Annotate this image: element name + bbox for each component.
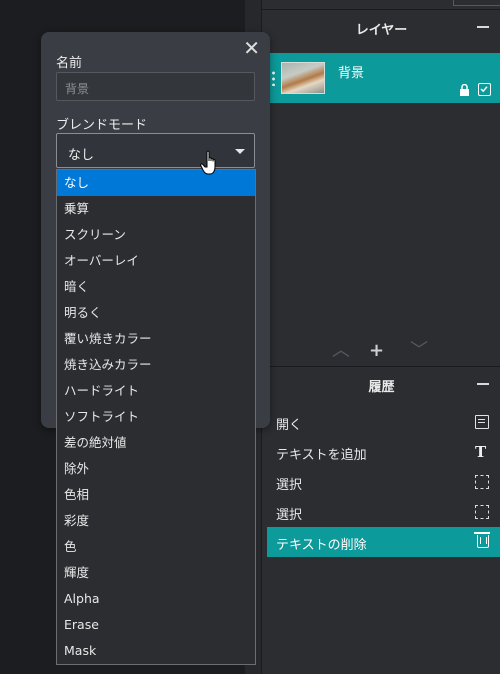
lock-icon[interactable]: [459, 84, 470, 96]
dropdown-option[interactable]: ハードライト: [57, 378, 255, 404]
dropdown-option[interactable]: 覆い焼きカラー: [57, 326, 255, 352]
add-layer-icon[interactable]: +: [369, 341, 384, 361]
blend-mode-dropdown: なし 乗算 スクリーン オーバーレイ 暗く 明るく 覆い焼きカラー 焼き込みカラ…: [56, 169, 256, 665]
history-item-label: 選択: [276, 508, 303, 523]
selection-icon: [475, 505, 489, 519]
blend-mode-label: ブレンドモード: [56, 118, 148, 133]
top-panel-tab[interactable]: [453, 0, 500, 6]
chevron-down-icon[interactable]: [235, 149, 245, 154]
dropdown-option[interactable]: Alpha: [57, 586, 255, 612]
dropdown-option[interactable]: 色相: [57, 482, 255, 508]
history-item-active[interactable]: テキストの削除: [267, 527, 500, 557]
layer-controls: ︿ + ﹀: [332, 341, 432, 361]
layers-panel-title: レイヤー: [355, 23, 408, 38]
history-item-label: テキストの削除: [276, 538, 367, 553]
dropdown-option[interactable]: Erase: [57, 612, 255, 638]
history-item[interactable]: 選択: [267, 497, 500, 527]
history-panel-header: 履歴: [262, 366, 500, 400]
layer-item-background[interactable]: 背景: [267, 53, 500, 103]
layer-name: 背景: [338, 66, 365, 81]
dropdown-option[interactable]: 暗く: [57, 274, 255, 300]
history-panel-title: 履歴: [368, 380, 395, 395]
move-layer-down-icon[interactable]: ﹀: [410, 341, 428, 361]
dropdown-option[interactable]: 色: [57, 534, 255, 560]
history-item[interactable]: テキストを追加 T: [267, 437, 500, 467]
dropdown-option[interactable]: Mask: [57, 638, 255, 664]
selection-icon: [475, 475, 489, 489]
dropdown-option[interactable]: スクリーン: [57, 222, 255, 248]
layers-panel-header: レイヤー: [262, 10, 500, 44]
top-panel-strip: [262, 0, 500, 10]
dropdown-option[interactable]: なし: [57, 170, 255, 196]
dropdown-option[interactable]: オーバーレイ: [57, 248, 255, 274]
dropdown-option[interactable]: 差の絶対値: [57, 430, 255, 456]
drag-handle-icon[interactable]: [272, 70, 275, 86]
right-panel: レイヤー 背景 ︿ + ﹀ 履歴 開く テキストを追加 T 選択 選択 テキスト…: [261, 0, 500, 674]
history-item-label: 選択: [276, 478, 303, 493]
close-icon[interactable]: ✕: [243, 36, 260, 60]
blend-mode-value: なし: [68, 148, 95, 163]
layer-thumbnail: [281, 62, 325, 94]
history-item[interactable]: 選択: [267, 467, 500, 497]
blend-mode-select[interactable]: なし: [56, 133, 255, 168]
history-item-label: 開く: [276, 418, 303, 433]
hand-cursor-icon: [200, 150, 216, 175]
history-item-label: テキストを追加: [276, 448, 367, 463]
visibility-checkbox-icon[interactable]: [478, 83, 491, 96]
name-label: 名前: [56, 56, 83, 71]
dropdown-option[interactable]: 焼き込みカラー: [57, 352, 255, 378]
document-icon: [475, 415, 489, 429]
dropdown-option[interactable]: 除外: [57, 456, 255, 482]
dropdown-option[interactable]: 明るく: [57, 300, 255, 326]
collapse-layers-button[interactable]: [477, 26, 489, 28]
dropdown-option[interactable]: 彩度: [57, 508, 255, 534]
dropdown-option[interactable]: 乗算: [57, 196, 255, 222]
name-input[interactable]: 背景: [56, 72, 255, 101]
move-layer-up-icon[interactable]: ︿: [332, 341, 350, 361]
text-tool-icon: T: [475, 443, 487, 461]
dropdown-option[interactable]: 輝度: [57, 560, 255, 586]
history-item[interactable]: 開く: [267, 407, 500, 437]
collapse-history-button[interactable]: [477, 383, 489, 385]
dropdown-option[interactable]: ソフトライト: [57, 404, 255, 430]
trash-icon[interactable]: [474, 532, 490, 548]
history-list: 開く テキストを追加 T 選択 選択 テキストの削除: [267, 407, 500, 557]
